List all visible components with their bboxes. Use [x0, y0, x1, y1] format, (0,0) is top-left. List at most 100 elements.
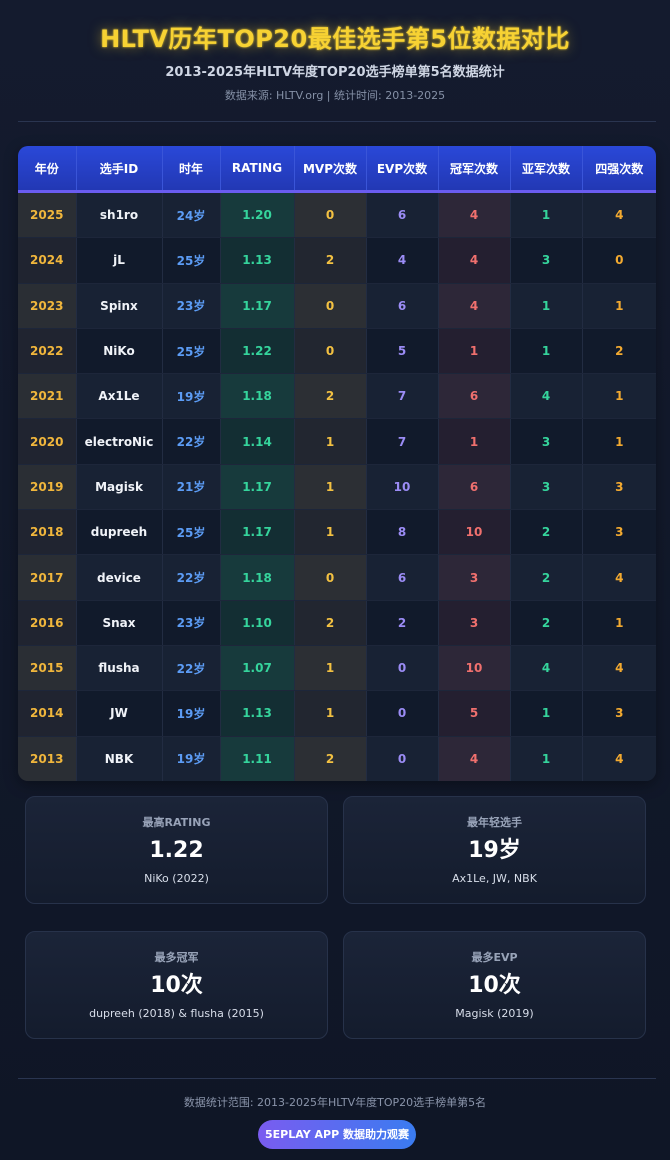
year-cell: 2017 [18, 554, 77, 601]
mvp-count-cell: 0 [294, 283, 367, 329]
mvp-count-cell: 0 [294, 191, 367, 239]
age-cell: 25岁 [162, 509, 221, 556]
column-header-champion[interactable]: 冠军次数 [438, 146, 511, 193]
evp-count-cell: 10 [366, 464, 439, 511]
table-header-row: 年份 选手ID 时年 RATING MVP次数 EVP次数 冠军次数 亚军次数 … [18, 146, 656, 193]
table-row: 2016 Snax 23岁 1.10 2 2 3 2 1 [18, 600, 656, 646]
column-header-runner-up[interactable]: 亚军次数 [510, 146, 583, 193]
stats-table-container: 年份 选手ID 时年 RATING MVP次数 EVP次数 冠军次数 亚军次数 … [18, 146, 656, 781]
age-cell: 24岁 [162, 191, 221, 239]
player-id-cell: JW [76, 690, 163, 737]
evp-count-cell: 7 [366, 373, 439, 420]
champion-count-cell: 10 [438, 645, 511, 692]
champion-count-cell: 5 [438, 690, 511, 737]
rating-cell: 1.20 [220, 191, 295, 239]
rating-cell: 1.13 [220, 690, 295, 737]
runner-up-count-cell: 1 [510, 283, 583, 329]
rating-cell: 1.10 [220, 600, 295, 646]
footer-divider [18, 1078, 656, 1079]
top4-count-cell: 1 [582, 373, 656, 420]
mvp-count-cell: 1 [294, 418, 367, 465]
table-body: 2025 sh1ro 24岁 1.20 0 6 4 1 4 2024 jL 25岁 1.13 2 4 4 3 0 2… [18, 191, 656, 781]
column-header-year[interactable]: 年份 [18, 146, 77, 193]
card-label: 最年轻选手 [467, 816, 522, 829]
year-cell: 2016 [18, 600, 77, 646]
card-value: 10次 [150, 973, 203, 998]
champion-count-cell: 1 [438, 418, 511, 465]
page-header: HLTV历年TOP20最佳选手第5位数据对比 2013-2025年HLTV年度T… [0, 0, 670, 103]
age-cell: 22岁 [162, 554, 221, 601]
top4-count-cell: 4 [582, 645, 656, 692]
champion-count-cell: 6 [438, 373, 511, 420]
runner-up-count-cell: 2 [510, 509, 583, 556]
top4-count-cell: 3 [582, 509, 656, 556]
champion-count-cell: 10 [438, 509, 511, 556]
app-badge-button[interactable]: 5EPLAY APP 数据助力观赛 [258, 1120, 416, 1149]
table-row: 2024 jL 25岁 1.13 2 4 4 3 0 [18, 237, 656, 284]
runner-up-count-cell: 3 [510, 237, 583, 284]
mvp-count-cell: 2 [294, 736, 367, 781]
player-id-cell: sh1ro [76, 191, 163, 239]
player-id-cell: NiKo [76, 328, 163, 375]
column-header-top4[interactable]: 四强次数 [582, 146, 656, 193]
top4-count-cell: 0 [582, 237, 656, 284]
rating-cell: 1.17 [220, 464, 295, 511]
evp-count-cell: 7 [366, 418, 439, 465]
year-cell: 2025 [18, 191, 77, 239]
year-cell: 2023 [18, 283, 77, 329]
champion-count-cell: 4 [438, 237, 511, 284]
player-id-cell: dupreeh [76, 509, 163, 556]
top4-count-cell: 3 [582, 690, 656, 737]
age-cell: 23岁 [162, 600, 221, 646]
evp-count-cell: 6 [366, 554, 439, 601]
runner-up-count-cell: 4 [510, 373, 583, 420]
player-id-cell: flusha [76, 645, 163, 692]
stat-card-most-evp: 最多EVP 10次 Magisk (2019) [343, 931, 646, 1039]
year-cell: 2021 [18, 373, 77, 420]
top4-count-cell: 1 [582, 600, 656, 646]
champion-count-cell: 4 [438, 283, 511, 329]
evp-count-cell: 6 [366, 283, 439, 329]
age-cell: 25岁 [162, 237, 221, 284]
player-id-cell: Magisk [76, 464, 163, 511]
column-header-evp[interactable]: EVP次数 [366, 146, 439, 193]
player-id-cell: Ax1Le [76, 373, 163, 420]
age-cell: 22岁 [162, 418, 221, 465]
table-row: 2023 Spinx 23岁 1.17 0 6 4 1 1 [18, 283, 656, 329]
rating-cell: 1.07 [220, 645, 295, 692]
rating-cell: 1.18 [220, 373, 295, 420]
column-header-age[interactable]: 时年 [162, 146, 221, 193]
stat-card-most-championships: 最多冠军 10次 dupreeh (2018) & flusha (2015) [25, 931, 328, 1039]
stat-card-youngest-player: 最年轻选手 19岁 Ax1Le, JW, NBK [343, 796, 646, 904]
table-row: 2015 flusha 22岁 1.07 1 0 10 4 4 [18, 645, 656, 692]
year-cell: 2018 [18, 509, 77, 556]
card-label: 最多EVP [471, 951, 518, 964]
player-id-cell: jL [76, 237, 163, 284]
column-header-player[interactable]: 选手ID [76, 146, 163, 193]
age-cell: 22岁 [162, 645, 221, 692]
age-cell: 19岁 [162, 690, 221, 737]
evp-count-cell: 0 [366, 736, 439, 781]
evp-count-cell: 0 [366, 690, 439, 737]
champion-count-cell: 3 [438, 554, 511, 601]
page-subtitle: 2013-2025年HLTV年度TOP20选手榜单第5名数据统计 [165, 65, 505, 80]
runner-up-count-cell: 2 [510, 600, 583, 646]
age-cell: 19岁 [162, 373, 221, 420]
mvp-count-cell: 0 [294, 554, 367, 601]
champion-count-cell: 3 [438, 600, 511, 646]
rating-cell: 1.14 [220, 418, 295, 465]
evp-count-cell: 5 [366, 328, 439, 375]
column-header-rating[interactable]: RATING [220, 146, 295, 193]
table-row: 2020 electroNic 22岁 1.14 1 7 1 3 1 [18, 418, 656, 465]
runner-up-count-cell: 3 [510, 418, 583, 465]
year-cell: 2019 [18, 464, 77, 511]
header-divider [18, 121, 656, 122]
table-row: 2014 JW 19岁 1.13 1 0 5 1 3 [18, 690, 656, 737]
footer-scope-note: 数据统计范围: 2013-2025年HLTV年度TOP20选手榜单第5名 [183, 1096, 487, 1109]
top4-count-cell: 1 [582, 418, 656, 465]
evp-count-cell: 0 [366, 645, 439, 692]
stats-table: 年份 选手ID 时年 RATING MVP次数 EVP次数 冠军次数 亚军次数 … [18, 146, 656, 781]
column-header-mvp[interactable]: MVP次数 [294, 146, 367, 193]
runner-up-count-cell: 3 [510, 464, 583, 511]
player-id-cell: Snax [76, 600, 163, 646]
